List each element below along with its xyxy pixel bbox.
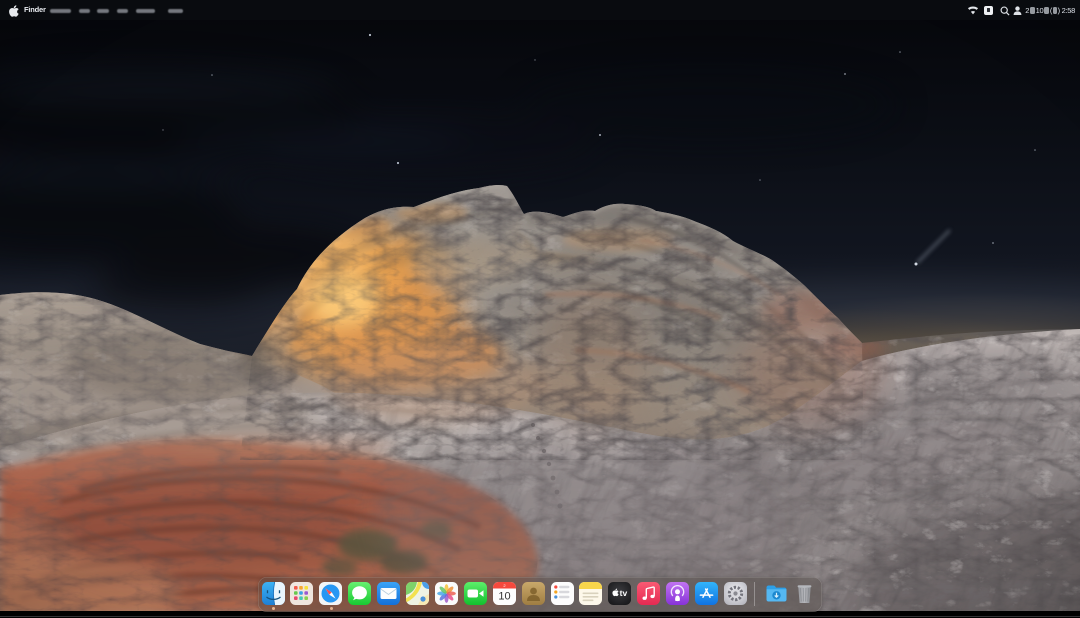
svg-text:10: 10	[498, 590, 510, 602]
svg-text:tv: tv	[620, 588, 628, 598]
